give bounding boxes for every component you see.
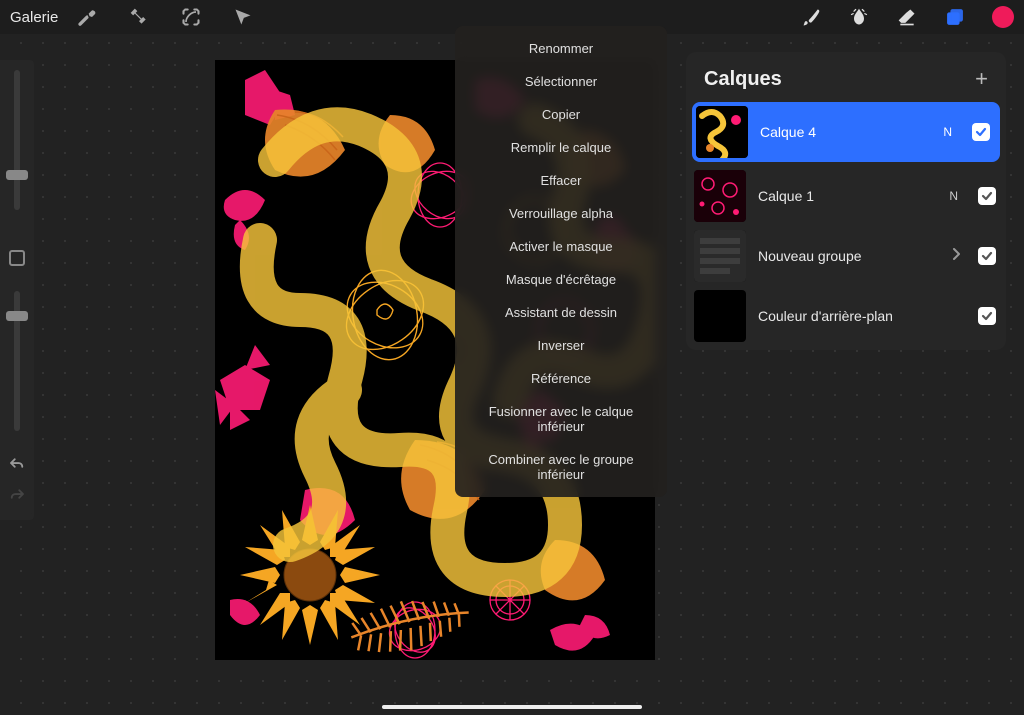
- layer-label: Calque 1: [758, 188, 937, 204]
- menu-item-reference[interactable]: Référence: [455, 362, 667, 395]
- add-layer-button[interactable]: +: [975, 66, 988, 92]
- menu-item-alpha-lock[interactable]: Verrouillage alpha: [455, 197, 667, 230]
- brush-size-slider[interactable]: [14, 70, 20, 210]
- brush-icon[interactable]: [800, 6, 822, 28]
- menu-item-select[interactable]: Sélectionner: [455, 65, 667, 98]
- layer-thumbnail: [694, 170, 746, 222]
- layers-panel-title: Calques: [704, 68, 782, 91]
- layer-visibility-checkbox[interactable]: [978, 247, 996, 265]
- menu-item-invert[interactable]: Inverser: [455, 329, 667, 362]
- menu-item-merge-down[interactable]: Fusionner avec le calque inférieur: [455, 395, 667, 443]
- menu-item-copy[interactable]: Copier: [455, 98, 667, 131]
- menu-item-rename[interactable]: Renommer: [455, 32, 667, 65]
- brush-opacity-thumb[interactable]: [6, 311, 28, 321]
- modifier-button[interactable]: [9, 250, 25, 266]
- layer-visibility-checkbox[interactable]: [972, 123, 990, 141]
- layer-blend-mode[interactable]: N: [949, 189, 958, 203]
- color-swatch[interactable]: [992, 6, 1014, 28]
- adjustments-icon[interactable]: [128, 6, 150, 28]
- layer-row[interactable]: Calque 1 N: [686, 166, 1006, 226]
- layer-blend-mode[interactable]: N: [943, 125, 952, 139]
- right-tool-group: [800, 6, 1014, 28]
- layer-context-menu: Renommer Sélectionner Copier Remplir le …: [455, 26, 667, 497]
- brush-opacity-slider[interactable]: [14, 291, 20, 431]
- left-tool-group: [76, 6, 254, 28]
- layer-visibility-checkbox[interactable]: [978, 307, 996, 325]
- wrench-icon[interactable]: [76, 6, 98, 28]
- undo-icon[interactable]: [8, 456, 26, 475]
- layer-thumbnail: [694, 290, 746, 342]
- redo-icon[interactable]: [8, 487, 26, 506]
- home-indicator: [382, 705, 642, 709]
- layer-row[interactable]: Couleur d'arrière-plan: [686, 286, 1006, 346]
- layer-row[interactable]: Nouveau groupe: [686, 226, 1006, 286]
- menu-item-mask[interactable]: Activer le masque: [455, 230, 667, 263]
- menu-item-clipping-mask[interactable]: Masque d'écrêtage: [455, 263, 667, 296]
- layers-panel-header: Calques +: [686, 52, 1006, 102]
- gallery-button[interactable]: Galerie: [10, 9, 58, 26]
- move-icon[interactable]: [232, 6, 254, 28]
- layer-label: Calque 4: [760, 124, 931, 140]
- selection-icon[interactable]: [180, 6, 202, 28]
- layer-label: Couleur d'arrière-plan: [758, 308, 966, 324]
- layer-row[interactable]: Calque 4 N: [692, 102, 1000, 162]
- menu-item-drawing-assist[interactable]: Assistant de dessin: [455, 296, 667, 329]
- menu-item-fill[interactable]: Remplir le calque: [455, 131, 667, 164]
- layer-visibility-checkbox[interactable]: [978, 187, 996, 205]
- layer-thumbnail: [696, 106, 748, 158]
- menu-item-combine-down[interactable]: Combiner avec le groupe inférieur: [455, 443, 667, 491]
- layer-thumbnail: [694, 230, 746, 282]
- menu-item-clear[interactable]: Effacer: [455, 164, 667, 197]
- eraser-icon[interactable]: [896, 6, 918, 28]
- layers-icon[interactable]: [944, 6, 966, 28]
- undo-redo-group: [0, 448, 34, 514]
- layer-label: Nouveau groupe: [758, 248, 940, 264]
- brush-size-thumb[interactable]: [6, 170, 28, 180]
- chevron-right-icon: [952, 247, 960, 265]
- smudge-icon[interactable]: [848, 6, 870, 28]
- layers-panel: Calques + Calque 4 N Calque 1 N: [686, 52, 1006, 350]
